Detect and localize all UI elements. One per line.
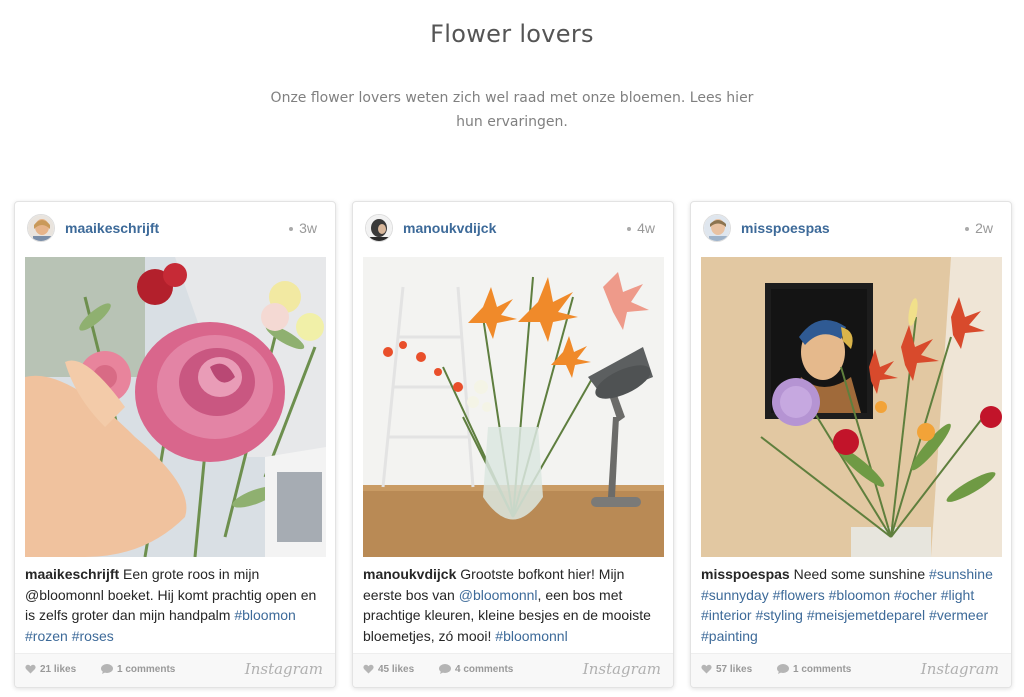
post-age: 3w bbox=[289, 220, 317, 236]
comment-icon bbox=[101, 664, 113, 675]
post-photo[interactable] bbox=[701, 257, 1002, 557]
hashtag-link[interactable]: #bloomonnl bbox=[495, 628, 567, 644]
instagram-logo[interactable]: Instagram bbox=[921, 660, 999, 678]
hashtag-link[interactable]: #rozen bbox=[25, 628, 68, 644]
caption-username[interactable]: misspoespas bbox=[701, 566, 790, 582]
section-title: Flower lovers bbox=[430, 20, 594, 48]
dot-icon bbox=[627, 227, 632, 232]
hashtag-link[interactable]: #interior bbox=[701, 607, 752, 623]
hashtag-link[interactable]: #bloomon bbox=[234, 607, 296, 623]
avatar[interactable] bbox=[703, 214, 731, 242]
heart-icon bbox=[25, 665, 36, 674]
post-age: 2w bbox=[965, 220, 993, 236]
comment-icon bbox=[777, 664, 789, 675]
post-username[interactable]: misspoespas bbox=[741, 220, 830, 236]
post-age-text: 2w bbox=[975, 220, 993, 236]
post-age-text: 4w bbox=[637, 220, 655, 236]
post-footer: 21 likes 1 comments Instagram bbox=[15, 653, 335, 687]
likes-count: 57 likes bbox=[701, 664, 752, 675]
comments-text: 4 comments bbox=[455, 664, 514, 675]
hashtag-link[interactable]: #flowers bbox=[773, 587, 825, 603]
post-header: manoukvdijck 4w bbox=[363, 214, 663, 244]
post-username[interactable]: maaikeschrijft bbox=[65, 220, 159, 236]
hashtag-link[interactable]: #sunnyday bbox=[701, 587, 769, 603]
dot-icon bbox=[289, 227, 294, 232]
comment-icon bbox=[439, 664, 451, 675]
post-photo[interactable] bbox=[25, 257, 326, 557]
post-footer: 45 likes 4 comments Instagram bbox=[353, 653, 673, 687]
likes-text: 57 likes bbox=[716, 664, 753, 675]
post-photo[interactable] bbox=[363, 257, 664, 557]
post-header: maaikeschrijft 3w bbox=[25, 214, 325, 244]
hashtag-link[interactable]: #painting bbox=[701, 628, 758, 644]
post-caption: maaikeschrijft Een grote roos in mijn @b… bbox=[25, 564, 325, 646]
post-footer: 57 likes 1 comments Instagram bbox=[691, 653, 1011, 687]
likes-text: 45 likes bbox=[378, 664, 415, 675]
hashtag-link[interactable]: #sunshine bbox=[929, 566, 993, 582]
likes-count: 21 likes bbox=[25, 664, 76, 675]
caption-username[interactable]: manoukvdijck bbox=[363, 566, 456, 582]
avatar[interactable] bbox=[27, 214, 55, 242]
dot-icon bbox=[965, 227, 970, 232]
instagram-post-card[interactable]: maaikeschrijft 3w maaikeschrijft Een gro… bbox=[14, 201, 336, 688]
hashtag-link[interactable]: #vermeer bbox=[929, 607, 988, 623]
hashtag-link[interactable]: #styling bbox=[755, 607, 802, 623]
likes-text: 21 likes bbox=[40, 664, 77, 675]
flowers-painting-image bbox=[701, 257, 1002, 557]
caption-text: Need some sunshine bbox=[789, 566, 930, 582]
heart-icon bbox=[701, 665, 712, 674]
rose-in-hand-image bbox=[25, 257, 326, 557]
post-age-text: 3w bbox=[299, 220, 317, 236]
post-age: 4w bbox=[627, 220, 655, 236]
comments-text: 1 comments bbox=[117, 664, 176, 675]
comments-text: 1 comments bbox=[793, 664, 852, 675]
section-intro: Onze flower lovers weten zich wel raad m… bbox=[270, 90, 754, 130]
instagram-logo[interactable]: Instagram bbox=[245, 660, 323, 678]
bouquet-vase-image bbox=[363, 257, 664, 557]
post-caption: manoukvdijck Grootste bofkont hier! Mijn… bbox=[363, 564, 663, 646]
hashtag-link[interactable]: #light bbox=[941, 587, 974, 603]
post-caption: misspoespas Need some sunshine #sunshine… bbox=[701, 564, 1001, 646]
hashtag-link[interactable]: #ocher bbox=[894, 587, 937, 603]
comments-count: 4 comments bbox=[439, 664, 513, 675]
post-header: misspoespas 2w bbox=[701, 214, 1001, 244]
avatar[interactable] bbox=[365, 214, 393, 242]
instagram-post-card[interactable]: misspoespas 2w misspoespas Need some sun… bbox=[690, 201, 1012, 688]
post-username[interactable]: manoukvdijck bbox=[403, 220, 496, 236]
hashtag-link[interactable]: #bloomon bbox=[829, 587, 891, 603]
comments-count: 1 comments bbox=[777, 664, 851, 675]
caption-username[interactable]: maaikeschrijft bbox=[25, 566, 119, 582]
heart-icon bbox=[363, 665, 374, 674]
likes-count: 45 likes bbox=[363, 664, 414, 675]
mention-link[interactable]: @bloomonnl bbox=[459, 587, 538, 603]
hashtag-link[interactable]: #roses bbox=[72, 628, 114, 644]
hashtag-link[interactable]: #meisjemetdeparel bbox=[807, 607, 925, 623]
instagram-post-card[interactable]: manoukvdijck 4w manoukvdijck Grootste bo… bbox=[352, 201, 674, 688]
comments-count: 1 comments bbox=[101, 664, 175, 675]
instagram-logo[interactable]: Instagram bbox=[583, 660, 661, 678]
